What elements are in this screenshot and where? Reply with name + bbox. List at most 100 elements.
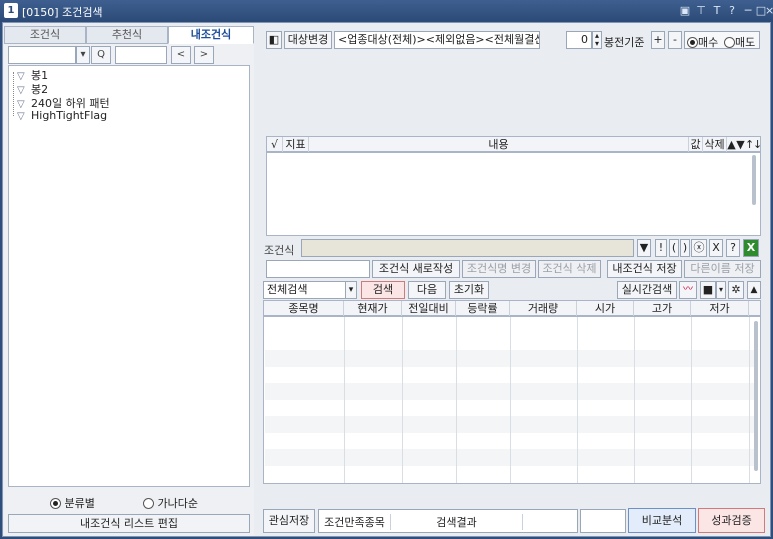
tab-condition[interactable]: 조건식	[4, 26, 86, 44]
sort-by-category[interactable]: 분류별	[50, 495, 95, 511]
minus-button[interactable]: -	[668, 31, 682, 49]
search-button[interactable]: 검색	[361, 281, 405, 299]
excel-icon[interactable]: X	[743, 239, 759, 257]
col-change[interactable]: 전일대비	[402, 301, 456, 316]
chevron-down-icon[interactable]: ▾	[345, 281, 357, 299]
search-input[interactable]	[115, 46, 167, 64]
window-title: [0150] 조건검색	[22, 6, 103, 19]
window-number-badge: 1	[4, 3, 18, 18]
divider	[749, 317, 750, 483]
col-volume[interactable]: 거래량	[510, 301, 577, 316]
condition-table-body[interactable]	[266, 152, 761, 236]
next-button[interactable]: >	[194, 46, 214, 64]
tab-my-conditions[interactable]: 내조건식	[168, 26, 254, 44]
col-stock-name[interactable]: 종목명	[264, 301, 344, 316]
remove-button[interactable]: X	[709, 239, 723, 257]
scrollbar[interactable]	[752, 155, 756, 205]
col-content: 내용	[309, 137, 689, 152]
col-value: 값	[689, 137, 703, 152]
rename-condition-button[interactable]: 조건식명 변경	[462, 260, 536, 278]
pin-icon[interactable]: ⊤	[695, 4, 707, 17]
divider	[691, 317, 692, 483]
minimize-icon[interactable]: ─	[742, 4, 754, 17]
new-condition-button[interactable]: 조건식 새로작성	[372, 260, 460, 278]
bong-stepper[interactable]: ▴ ▾	[592, 31, 602, 49]
category-select[interactable]	[8, 46, 76, 64]
radio-off-icon	[724, 37, 735, 48]
clear-paren-button[interactable]: ⓧ	[691, 239, 707, 257]
next-result-button[interactable]: 다음	[408, 281, 446, 299]
performance-verify-button[interactable]: 성과검증	[698, 508, 765, 533]
sort-by-alpha[interactable]: 가나다순	[143, 495, 198, 511]
menu-icon[interactable]: ■	[700, 281, 716, 299]
compare-analysis-button[interactable]: 비교분석	[628, 508, 696, 533]
open-paren-button[interactable]: (	[669, 239, 679, 257]
col-price[interactable]: 현재가	[344, 301, 402, 316]
col-open[interactable]: 시가	[577, 301, 634, 316]
move-bottom-icon[interactable]: ↓	[753, 137, 762, 152]
col-low[interactable]: 저가	[691, 301, 749, 316]
save-as-button[interactable]: 다른이름 저장	[684, 260, 761, 278]
col-high[interactable]: 고가	[634, 301, 691, 316]
divider	[402, 317, 403, 483]
tab-recommended[interactable]: 추천식	[86, 26, 168, 44]
tree-item[interactable]: ▽ HighTightFlag	[17, 109, 107, 123]
result-summary: 조건만족종목 검색결과	[318, 509, 578, 533]
layout-icon[interactable]: ◧	[266, 31, 282, 49]
collapse-icon[interactable]: ▲	[747, 281, 761, 299]
condition-expression[interactable]	[301, 239, 634, 257]
restore-icon[interactable]: ▣	[679, 4, 691, 17]
delete-condition-button[interactable]: 조건식 삭제	[538, 260, 601, 278]
divider	[577, 317, 578, 483]
close-icon[interactable]: ×	[765, 4, 773, 17]
op-button[interactable]: ▼	[637, 239, 651, 257]
reset-button[interactable]: 초기화	[449, 281, 489, 299]
buy-label: 매수	[698, 36, 719, 49]
tree-item[interactable]: ▽ 봉1	[17, 67, 48, 82]
tree-item-label: HighTightFlag	[31, 109, 108, 122]
funnel-icon: ▽	[17, 111, 25, 122]
plus-button[interactable]: +	[651, 31, 665, 49]
condition-name-input[interactable]	[266, 260, 370, 278]
help-icon[interactable]: ?	[726, 4, 738, 17]
radio-off-icon	[143, 498, 154, 509]
sort-category-label: 분류별	[64, 497, 95, 510]
chart-icon[interactable]: 〰	[679, 281, 697, 299]
help-button[interactable]: ?	[726, 239, 740, 257]
divider	[634, 317, 635, 483]
chevron-down-icon[interactable]: ▾	[716, 281, 726, 299]
radio-on-icon	[50, 498, 61, 509]
condition-tree[interactable]: ▽ 봉1 ▽ 봉2 ▽ 240일 하위 패턴 ▽ HighTightFlag	[8, 65, 250, 487]
result-table-header: 종목명 현재가 전일대비 등락률 거래량 시가 고가 저가	[263, 300, 761, 316]
watch-save-button[interactable]: 관심저장	[263, 509, 315, 533]
close-paren-button[interactable]: )	[680, 239, 690, 257]
tree-item[interactable]: ▽ 봉2	[17, 81, 48, 96]
search-scope-select[interactable]: 전체검색	[263, 281, 357, 299]
font-icon[interactable]: T	[711, 4, 723, 17]
search-icon[interactable]: Q	[91, 46, 111, 64]
tree-item[interactable]: ▽ 240일 하위 패턴	[17, 95, 110, 110]
sell-option[interactable]: 매도	[724, 34, 755, 50]
bong-input[interactable]: 0	[566, 31, 592, 49]
edit-list-button[interactable]: 내조건식 리스트 편집	[8, 514, 250, 533]
target-field[interactable]: <업종대상(전체)><제외없음><전체월결산>	[334, 31, 540, 49]
prev-button[interactable]: <	[171, 46, 191, 64]
buy-option[interactable]: 매수	[687, 34, 718, 50]
divider	[456, 317, 457, 483]
target-change-button[interactable]: 대상변경	[284, 31, 332, 49]
col-check: √	[267, 137, 283, 152]
col-change-rate[interactable]: 등락률	[456, 301, 510, 316]
result-table-body[interactable]	[263, 316, 761, 484]
col-delete: 삭제	[703, 137, 727, 152]
chevron-down-icon[interactable]: ▾	[76, 46, 90, 64]
divider	[344, 317, 345, 483]
scrollbar[interactable]	[754, 321, 758, 471]
move-down-icon[interactable]: ▼	[736, 137, 745, 152]
realtime-search-button[interactable]: 실시간검색	[617, 281, 677, 299]
move-up-icon[interactable]: ▲	[727, 137, 736, 152]
move-top-icon[interactable]: ↑	[745, 137, 754, 152]
not-button[interactable]: !	[655, 239, 667, 257]
gear-icon[interactable]: ✲	[728, 281, 744, 299]
left-tabs: 조건식 추천식 내조건식	[4, 26, 254, 44]
save-condition-button[interactable]: 내조건식 저장	[607, 260, 682, 278]
